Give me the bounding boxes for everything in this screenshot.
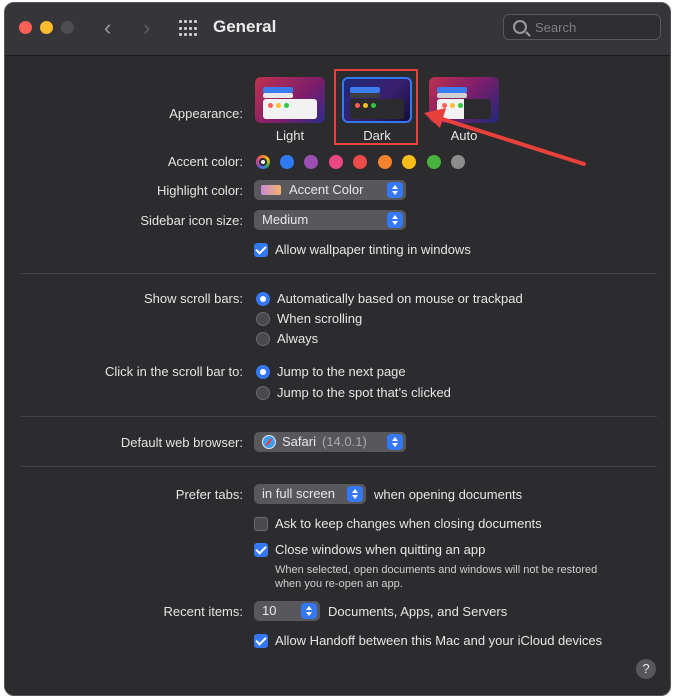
accent-multicolor-swatch[interactable] [256, 155, 270, 169]
scroll-auto-label: Automatically based on mouse or trackpad [277, 291, 523, 306]
close-button[interactable] [19, 21, 32, 34]
scroll-auto-radio[interactable] [256, 292, 270, 306]
sidebar-icon-size-popup[interactable]: Medium [254, 210, 406, 230]
prefer-tabs-suffix: when opening documents [374, 487, 523, 502]
chevron-updown-icon [301, 603, 317, 619]
search-field[interactable]: Search [503, 14, 661, 40]
forward-arrow-icon[interactable]: › [143, 15, 150, 41]
appearance-light-label: Light [275, 128, 305, 143]
accent-yellow-swatch[interactable] [402, 155, 416, 169]
default-browser-label: Default web browser: [120, 435, 243, 450]
recent-items-value: 10 [262, 603, 277, 618]
highlight-color-value: Accent Color [289, 182, 364, 197]
wallpaper-tinting-checkbox[interactable] [254, 243, 268, 257]
appearance-light-thumbnail[interactable] [255, 77, 325, 123]
close-windows-note-line1: When selected, open documents and window… [275, 564, 598, 576]
highlight-color-label: Highlight color: [157, 183, 243, 198]
back-arrow-icon[interactable]: ‹ [104, 15, 111, 41]
accent-purple-swatch[interactable] [304, 155, 318, 169]
handoff-label: Allow Handoff between this Mac and your … [275, 633, 603, 648]
highlight-swatch-icon [261, 185, 281, 195]
scroll-bars-label: Show scroll bars: [144, 291, 243, 306]
scroll-click-label: Click in the scroll bar to: [105, 364, 243, 379]
wallpaper-tinting-label: Allow wallpaper tinting in windows [275, 242, 471, 257]
scroll-always-label: Always [277, 331, 319, 346]
default-browser-popup[interactable]: Safari (14.0.1) [254, 432, 406, 452]
recent-items-suffix: Documents, Apps, and Servers [328, 604, 508, 619]
zoom-button[interactable] [61, 21, 74, 34]
browser-name: Safari [282, 434, 316, 449]
chevron-updown-icon [387, 182, 403, 198]
help-button[interactable]: ? [636, 659, 656, 679]
chevron-updown-icon [387, 434, 403, 450]
preferences-window: ‹ › General Search Appearance: Light Dar… [4, 2, 671, 696]
prefer-tabs-value: in full screen [262, 486, 335, 501]
divider [21, 273, 657, 274]
ask-keep-changes-label: Ask to keep changes when closing documen… [275, 516, 542, 531]
jump-next-page-radio[interactable] [256, 365, 270, 379]
highlight-color-popup[interactable]: Accent Color [254, 180, 406, 200]
handoff-checkbox[interactable] [254, 634, 268, 648]
divider [21, 416, 657, 417]
search-icon [513, 20, 527, 34]
recent-items-label: Recent items: [163, 604, 243, 619]
scroll-always-radio[interactable] [256, 332, 270, 346]
sidebar-icon-size-value: Medium [262, 212, 309, 227]
close-windows-checkbox[interactable] [254, 543, 268, 557]
dark-highlight-box [334, 69, 418, 145]
accent-green-swatch[interactable] [427, 155, 441, 169]
sidebar-icon-size-label: Sidebar icon size: [140, 213, 243, 228]
accent-orange-swatch[interactable] [378, 155, 392, 169]
accent-graphite-swatch[interactable] [451, 155, 465, 169]
window-title: General [213, 17, 277, 36]
ask-keep-changes-checkbox[interactable] [254, 517, 268, 531]
title-bar: ‹ › General Search [5, 3, 670, 56]
accent-blue-swatch[interactable] [280, 155, 294, 169]
minimize-button[interactable] [40, 21, 53, 34]
jump-next-page-label: Jump to the next page [277, 364, 406, 379]
divider [21, 466, 657, 467]
show-all-grid-icon[interactable] [179, 20, 197, 38]
prefer-tabs-popup[interactable]: in full screen [254, 484, 366, 504]
appearance-auto-thumbnail[interactable] [429, 77, 499, 123]
accent-color-label: Accent color: [167, 154, 243, 169]
scroll-when-scrolling-radio[interactable] [256, 312, 270, 326]
browser-version: (14.0.1) [322, 434, 367, 449]
appearance-label: Appearance: [169, 106, 243, 121]
close-windows-note-line2: when you re-open an app. [275, 578, 403, 590]
chevron-updown-icon [387, 212, 403, 228]
scroll-when-scrolling-label: When scrolling [277, 311, 363, 326]
jump-to-spot-radio[interactable] [256, 386, 270, 400]
prefer-tabs-label: Prefer tabs: [175, 487, 243, 502]
close-windows-label: Close windows when quitting an app [275, 542, 486, 557]
jump-to-spot-label: Jump to the spot that’s clicked [277, 385, 451, 400]
chevron-updown-icon [347, 486, 363, 502]
accent-red-swatch[interactable] [353, 155, 367, 169]
recent-items-popup[interactable]: 10 [254, 601, 320, 621]
search-placeholder: Search [535, 20, 577, 35]
accent-pink-swatch[interactable] [329, 155, 343, 169]
appearance-auto-label: Auto [450, 128, 478, 143]
safari-icon [262, 435, 276, 449]
